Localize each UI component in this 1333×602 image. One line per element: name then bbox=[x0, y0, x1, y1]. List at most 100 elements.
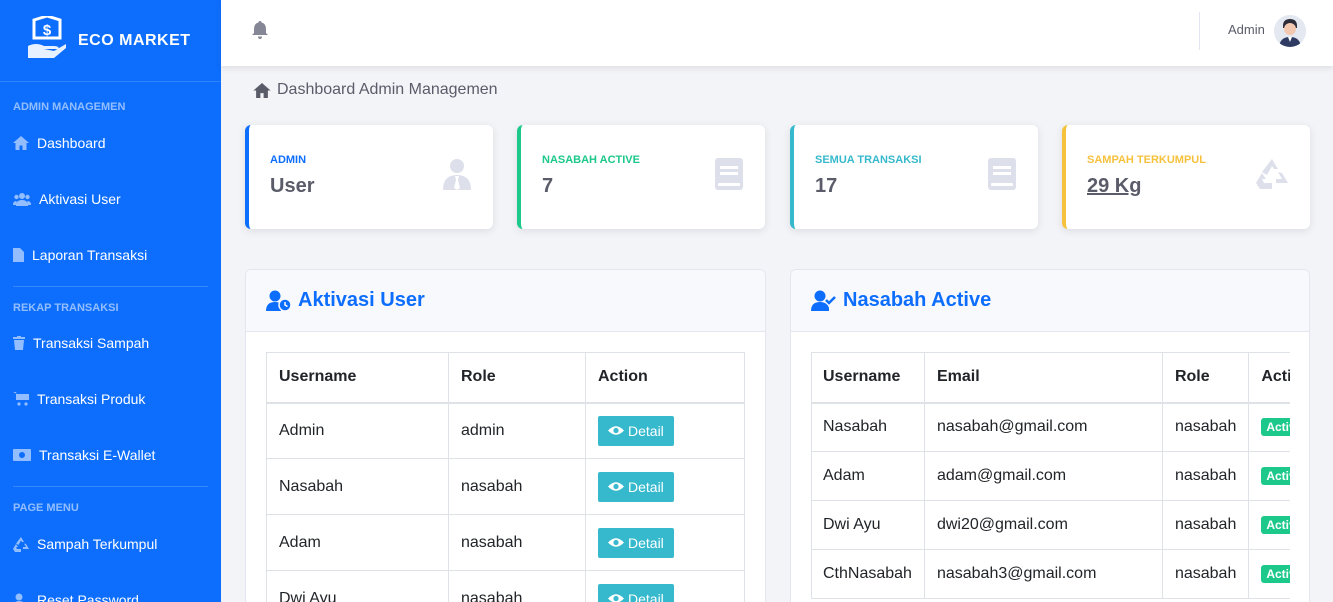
cell-username: CthNasabah bbox=[811, 549, 925, 599]
cell-role: nasabah bbox=[1161, 549, 1250, 599]
card-value-link[interactable]: 29 Kg bbox=[1087, 175, 1141, 198]
table-row: Nasabah nasabah@gmail.com nasabah Active bbox=[811, 402, 1290, 452]
file-icon bbox=[13, 248, 24, 262]
detail-button-label: Detail bbox=[628, 534, 664, 551]
cell-username: Adam bbox=[811, 451, 925, 501]
panel-nasabah-active: Nasabah Active Username Email Role Actio… bbox=[790, 269, 1310, 602]
card-label: ADMIN bbox=[270, 154, 307, 166]
card-label: NASABAH ACTIVE bbox=[542, 154, 640, 166]
card-label: SAMPAH TERKUMPUL bbox=[1087, 154, 1206, 166]
cell-role: nasabah bbox=[1161, 402, 1250, 452]
cell-email: adam@gmail.com bbox=[923, 451, 1163, 501]
sidebar-item-transaksi-sampah[interactable]: Transaksi Sampah bbox=[0, 335, 221, 351]
detail-button[interactable]: Detail bbox=[598, 415, 674, 446]
sidebar-item-laporan-transaksi[interactable]: Laporan Transaksi bbox=[0, 247, 221, 263]
cell-role: nasabah bbox=[448, 514, 586, 571]
column-header: Role bbox=[1161, 352, 1250, 404]
card-value: 7 bbox=[542, 175, 554, 197]
svg-text:$: $ bbox=[43, 22, 52, 39]
sidebar-item-reset-password[interactable]: Reset Password bbox=[0, 592, 221, 602]
sidebar: $ ECO MARKET ADMIN MANAGEMEN Dashboard A… bbox=[0, 0, 221, 602]
table-row: Admin admin Detail bbox=[266, 402, 745, 459]
detail-button-label: Detail bbox=[628, 478, 664, 495]
sidebar-heading-page-menu: PAGE MENU bbox=[13, 502, 79, 514]
sidebar-item-label: Reset Password bbox=[37, 592, 139, 602]
cell-role: admin bbox=[448, 402, 586, 459]
detail-button[interactable]: Detail bbox=[598, 527, 674, 558]
bell-icon[interactable] bbox=[252, 21, 268, 44]
panel-header: Nasabah Active bbox=[791, 270, 1309, 332]
sidebar-item-transaksi-ewallet[interactable]: Transaksi E-Wallet bbox=[0, 447, 221, 463]
sidebar-item-transaksi-produk[interactable]: Transaksi Produk bbox=[0, 391, 221, 407]
nasabah-table-scroll[interactable]: Username Email Role Action Nasabah nasab… bbox=[811, 352, 1290, 602]
panel-title: Aktivasi User bbox=[298, 289, 425, 311]
breadcrumb: Dashboard Admin Managemen bbox=[253, 81, 498, 99]
avatar[interactable] bbox=[1274, 15, 1306, 47]
card-sampah-terkumpul: SAMPAH TERKUMPUL 29 Kg bbox=[1062, 125, 1310, 229]
sidebar-item-aktivasi-user[interactable]: Aktivasi User bbox=[0, 191, 221, 207]
column-header: Role bbox=[448, 352, 586, 404]
detail-button-label: Detail bbox=[628, 590, 664, 602]
column-header: Action bbox=[1248, 352, 1290, 404]
nasabah-table: Username Email Role Action Nasabah nasab… bbox=[811, 352, 1290, 599]
sidebar-item-label: Dashboard bbox=[37, 135, 106, 151]
brand-name: ECO MARKET bbox=[78, 31, 191, 49]
card-nasabah-active: NASABAH ACTIVE 7 bbox=[517, 125, 765, 229]
column-header: Email bbox=[923, 352, 1163, 404]
cell-username: Admin bbox=[266, 402, 449, 459]
cell-email: dwi20@gmail.com bbox=[923, 500, 1163, 550]
user-tie-icon bbox=[443, 158, 471, 195]
recycle-icon bbox=[1256, 158, 1288, 195]
aktivasi-table: Username Role Action Admin admin Detail … bbox=[266, 352, 745, 602]
table-row: Nasabah nasabah Detail bbox=[266, 458, 745, 515]
eye-icon bbox=[608, 426, 624, 435]
cell-username: Nasabah bbox=[811, 402, 925, 452]
brand[interactable]: $ ECO MARKET bbox=[0, 0, 221, 82]
cart-icon bbox=[13, 392, 29, 406]
eco-market-logo-icon: $ bbox=[26, 14, 68, 65]
sidebar-divider bbox=[13, 486, 208, 487]
eye-icon bbox=[608, 538, 624, 547]
cell-username: Nasabah bbox=[266, 458, 449, 515]
sidebar-item-dashboard[interactable]: Dashboard bbox=[0, 135, 221, 151]
cell-role: nasabah bbox=[1161, 451, 1250, 501]
money-icon bbox=[13, 449, 31, 461]
sidebar-item-label: Transaksi E-Wallet bbox=[39, 447, 156, 463]
home-icon bbox=[253, 82, 271, 98]
cell-email: nasabah3@gmail.com bbox=[923, 549, 1163, 599]
users-icon bbox=[13, 193, 31, 206]
card-value: 17 bbox=[815, 175, 838, 197]
table-row: Dwi Ayu dwi20@gmail.com nasabah Active bbox=[811, 500, 1290, 550]
panel-header: Aktivasi User bbox=[246, 270, 765, 332]
eye-icon bbox=[608, 482, 624, 491]
cell-email: nasabah@gmail.com bbox=[923, 402, 1163, 452]
table-row: Adam nasabah Detail bbox=[266, 514, 745, 571]
detail-button[interactable]: Detail bbox=[598, 471, 674, 502]
breadcrumb-label: Dashboard Admin Managemen bbox=[277, 81, 498, 98]
table-row: CthNasabah nasabah3@gmail.com nasabah Ac… bbox=[811, 549, 1290, 599]
panel-title: Nasabah Active bbox=[843, 289, 992, 311]
detail-button[interactable]: Detail bbox=[598, 583, 674, 602]
cell-username: Dwi Ayu bbox=[811, 500, 925, 550]
status-badge: Active bbox=[1261, 516, 1290, 534]
panel-aktivasi-user: Aktivasi User Username Role Action Admin… bbox=[245, 269, 766, 602]
table-header-row: Username Role Action bbox=[266, 352, 745, 404]
detail-button-label: Detail bbox=[628, 422, 664, 439]
card-value: User bbox=[270, 175, 315, 197]
column-header: Username bbox=[266, 352, 449, 404]
sidebar-item-sampah-terkumpul[interactable]: Sampah Terkumpul bbox=[0, 536, 221, 552]
trash-icon bbox=[13, 336, 25, 350]
user-clock-icon bbox=[266, 290, 292, 312]
home-icon bbox=[13, 136, 29, 150]
eye-icon bbox=[608, 594, 624, 602]
book-icon bbox=[715, 158, 743, 195]
cell-role: nasabah bbox=[448, 458, 586, 515]
card-admin: ADMIN User bbox=[245, 125, 493, 229]
sidebar-heading-rekap: REKAP TRANSAKSI bbox=[13, 302, 119, 314]
status-badge: Active bbox=[1261, 467, 1290, 485]
cell-username: Dwi Ayu bbox=[266, 570, 449, 602]
sidebar-item-label: Aktivasi User bbox=[39, 191, 121, 207]
topbar-username[interactable]: Admin bbox=[1228, 22, 1265, 37]
topbar-divider bbox=[1199, 12, 1200, 50]
sidebar-item-label: Laporan Transaksi bbox=[32, 247, 148, 263]
